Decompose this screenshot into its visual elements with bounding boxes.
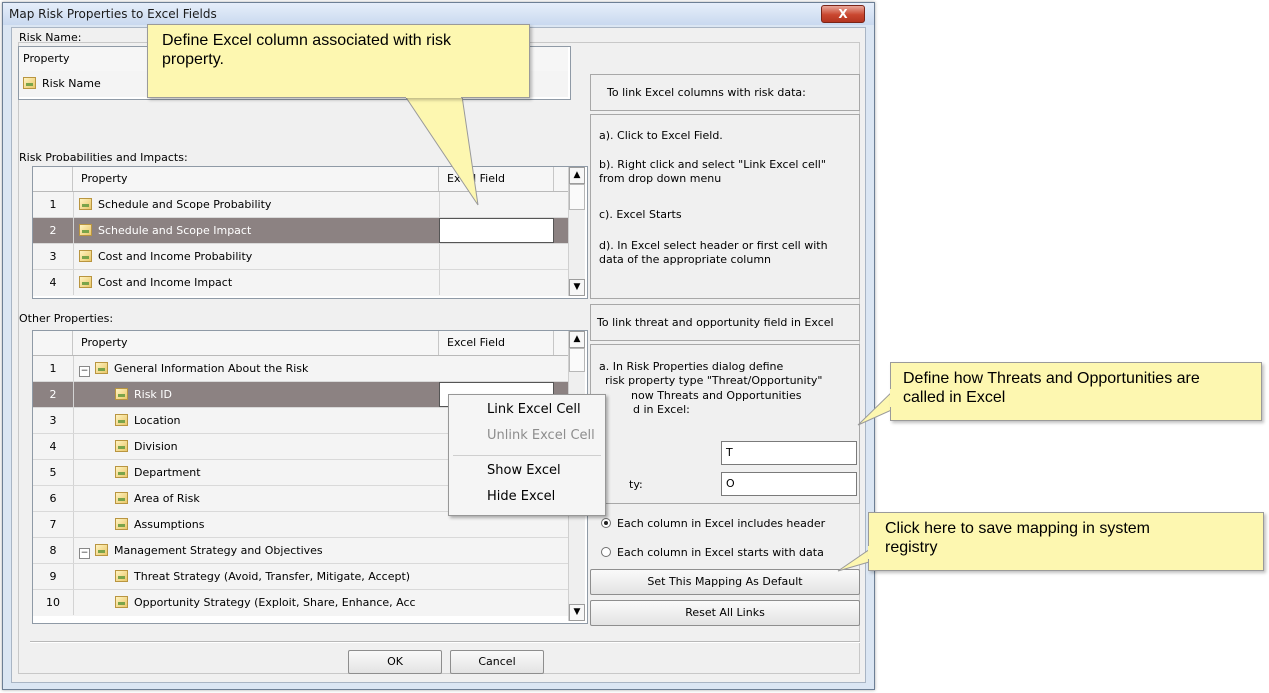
callout-seam — [406, 96, 461, 98]
callout-seam — [890, 389, 892, 407]
callout-seam — [868, 546, 870, 559]
callout-tails — [404, 95, 897, 572]
callout-excel-column-text: Define Excel column associated with risk… — [162, 32, 452, 68]
callout-tail-excel-column — [404, 95, 479, 206]
callout-threats-text: Define how Threats and Opportunities are… — [903, 370, 1200, 406]
callout-save-mapping: Click here to save mapping in system reg… — [868, 512, 1264, 571]
callout-save-mapping-text: Click here to save mapping in system reg… — [885, 520, 1150, 556]
callout-threats: Define how Threats and Opportunities are… — [890, 362, 1262, 421]
callout-excel-column: Define Excel column associated with risk… — [147, 24, 530, 98]
